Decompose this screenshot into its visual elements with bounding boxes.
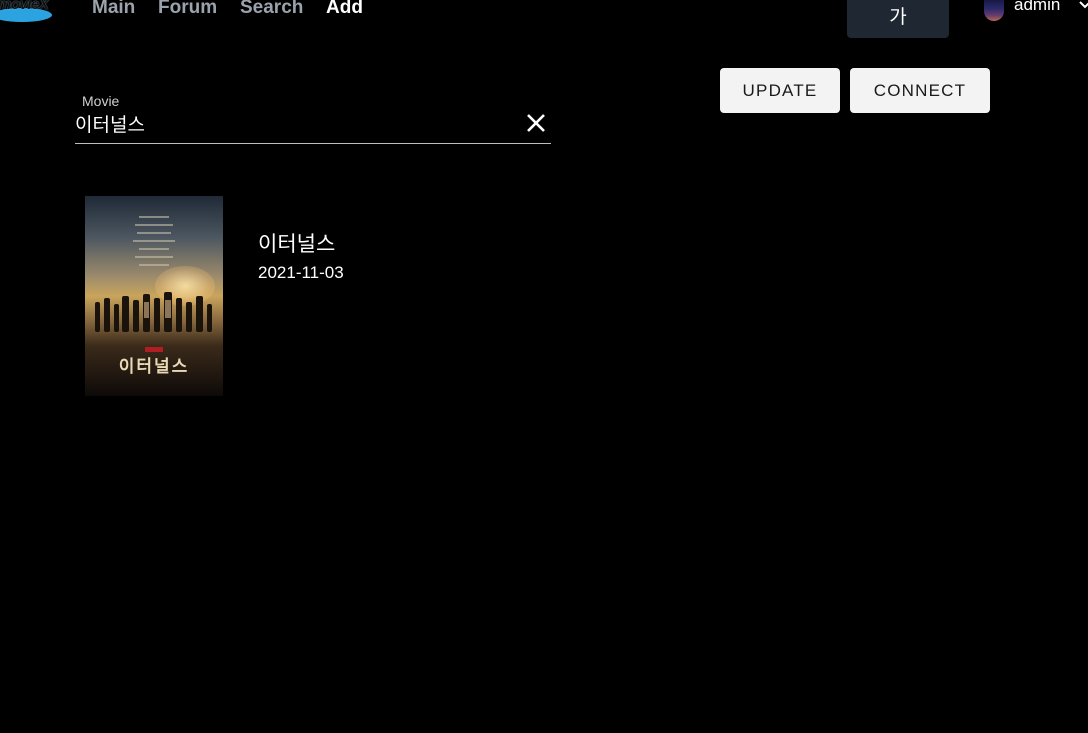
- moviex-logo[interactable]: movieX: [0, 0, 56, 26]
- nav-link-main[interactable]: Main: [92, 0, 135, 19]
- language-button[interactable]: 가: [847, 0, 949, 38]
- poster-title-text: 이터널스: [118, 357, 190, 377]
- search-result-item[interactable]: 이터널스 이터널스 2021-11-03: [85, 196, 505, 396]
- poster-credits-decoration: [133, 216, 175, 266]
- movie-poster: 이터널스: [85, 196, 223, 396]
- update-button[interactable]: UPDATE: [720, 68, 840, 113]
- nav-link-add[interactable]: Add: [326, 0, 363, 19]
- poster-figures-silhouette: [95, 292, 212, 332]
- connect-button[interactable]: CONNECT: [850, 68, 990, 113]
- movie-search-field: Movie: [75, 92, 551, 144]
- avatar: [984, 0, 1004, 21]
- nav-link-search[interactable]: Search: [240, 0, 303, 19]
- language-button-label: 가: [889, 7, 907, 28]
- language-button-top-line: [847, 0, 949, 7]
- user-menu[interactable]: admin: [984, 0, 1088, 24]
- top-navbar: movieX Main Forum Search Add 가 admin: [0, 0, 1088, 40]
- result-release-date: 2021-11-03: [258, 263, 344, 282]
- result-title: 이터널스: [258, 232, 336, 256]
- username: admin: [1014, 0, 1061, 14]
- logo-text: movieX: [0, 0, 49, 13]
- movie-search-input[interactable]: [75, 109, 515, 137]
- chevron-down-icon[interactable]: [1078, 0, 1088, 12]
- nav-link-forum[interactable]: Forum: [158, 0, 217, 19]
- search-label: Movie: [82, 93, 120, 109]
- close-icon[interactable]: [525, 112, 547, 134]
